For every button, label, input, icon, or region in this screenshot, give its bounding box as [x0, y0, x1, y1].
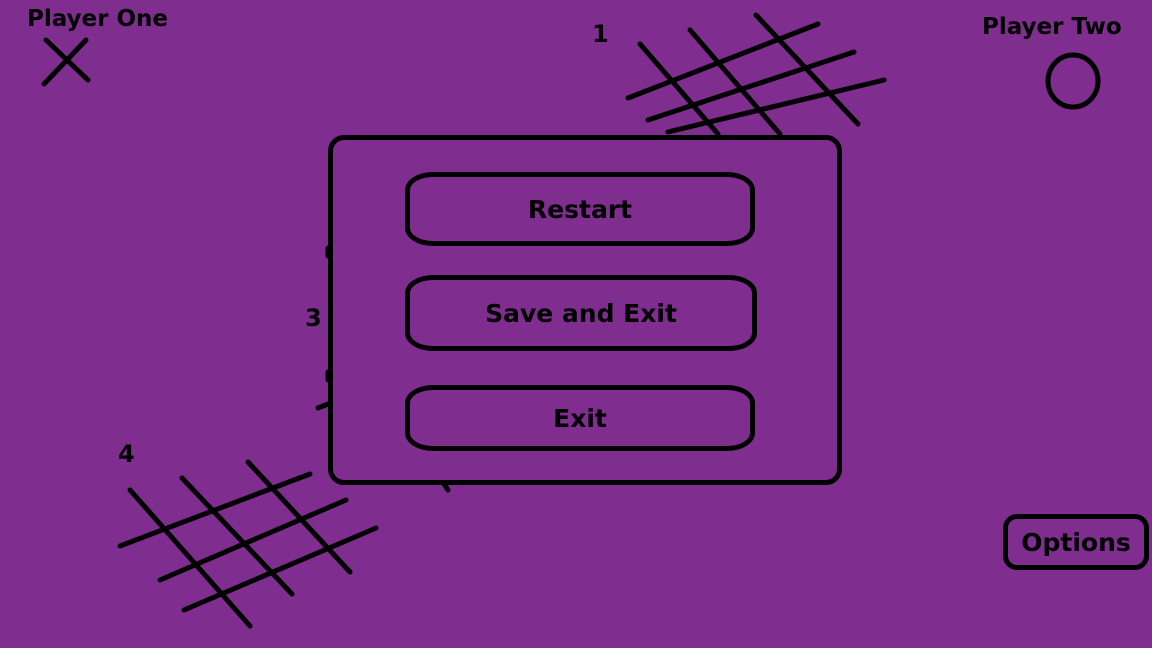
save-and-exit-button[interactable]: Save and Exit [405, 275, 757, 351]
pause-menu-panel: Restart Save and Exit Exit [328, 135, 842, 485]
exit-button[interactable]: Exit [405, 385, 755, 451]
restart-button[interactable]: Restart [405, 172, 755, 246]
options-button[interactable]: Options [1003, 514, 1149, 570]
